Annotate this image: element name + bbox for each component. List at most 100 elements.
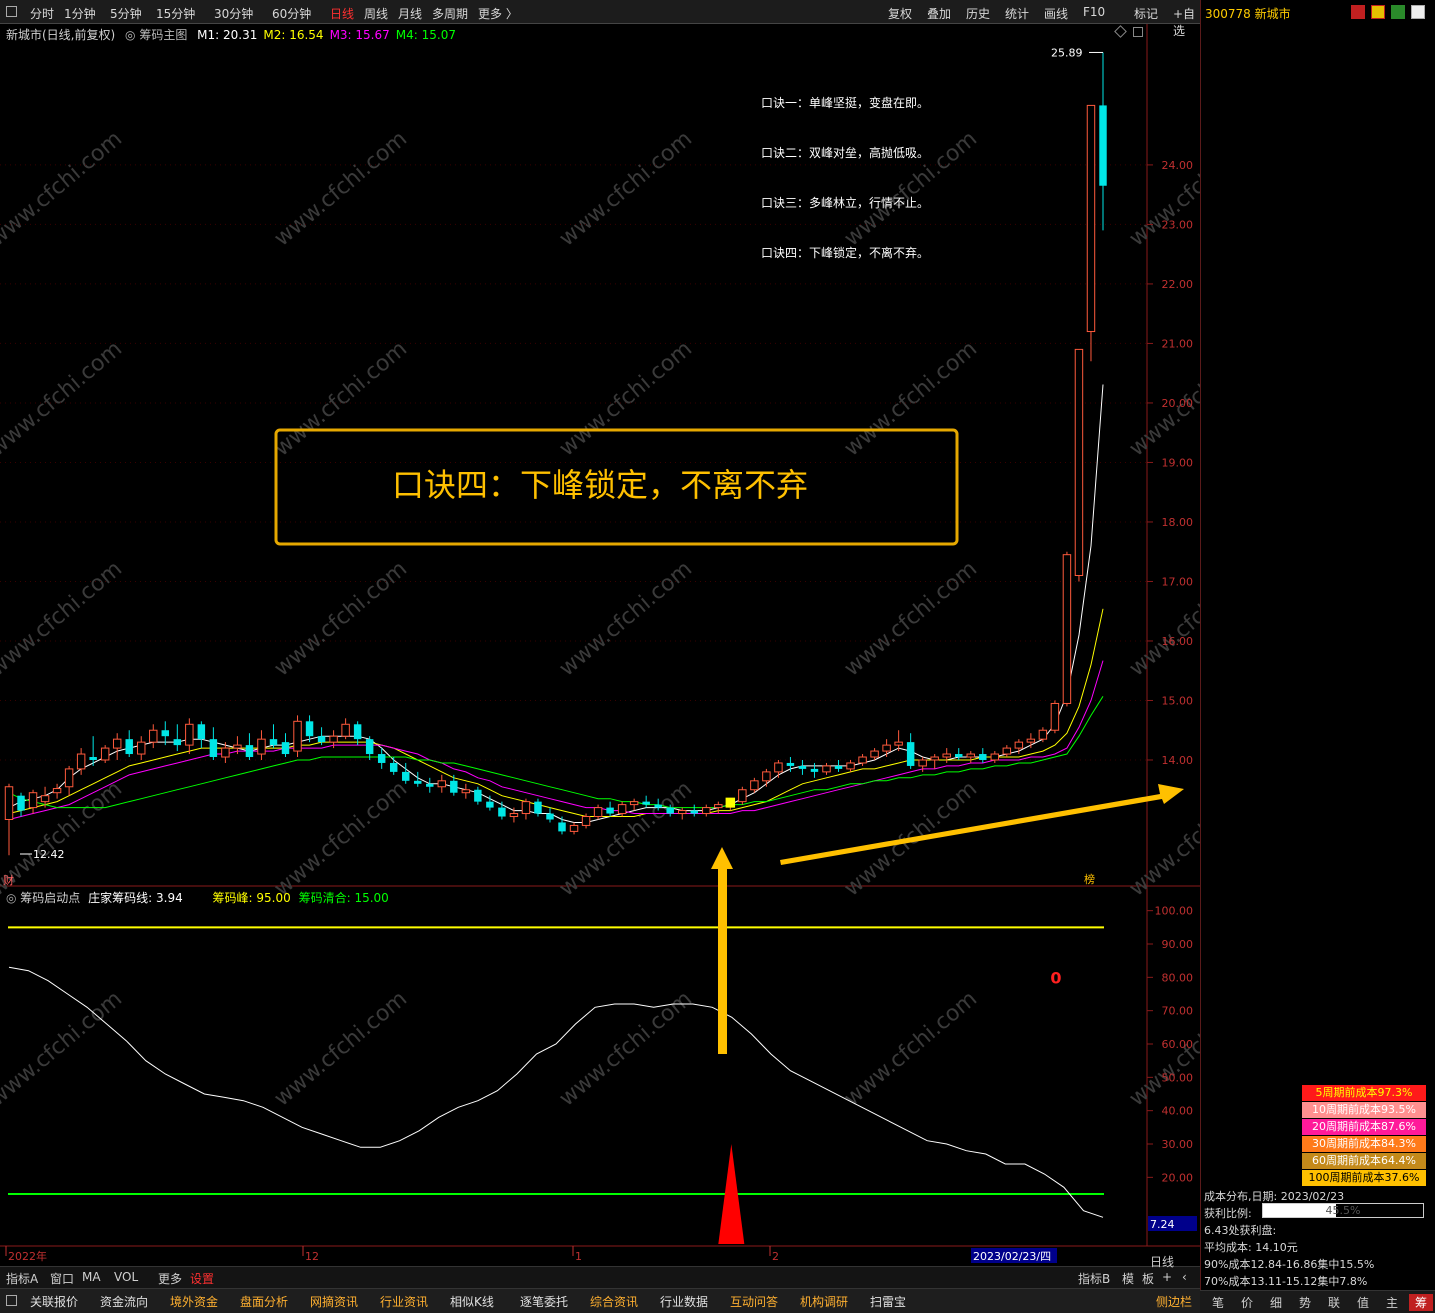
tool-button-0[interactable]: 复权	[888, 5, 912, 22]
candle-body-21	[257, 738, 266, 755]
indicator-selector[interactable]: ◎ 筹码主图	[125, 28, 187, 42]
period-tab-2[interactable]: 5分钟	[110, 5, 142, 22]
arrow-icon[interactable]	[1391, 5, 1405, 19]
watermark-21: www.cfchi.com	[270, 986, 412, 1111]
watermark-4: www.cfchi.com	[1125, 126, 1200, 251]
indicator-right-4[interactable]: ‹	[1182, 1270, 1187, 1284]
indicator-tab-1[interactable]: 窗口	[50, 1270, 74, 1287]
right-tab-7[interactable]: 筹	[1409, 1294, 1433, 1311]
tool-button-4[interactable]: 画线	[1044, 5, 1068, 22]
sidebar-toggle[interactable]: 侧边栏	[1156, 1293, 1192, 1310]
right-tab-1[interactable]: 价	[1235, 1294, 1259, 1311]
period-tab-8[interactable]: 月线	[398, 5, 422, 22]
play-icon[interactable]	[1371, 5, 1385, 19]
indicator-tab-3[interactable]: VOL	[114, 1270, 138, 1284]
info-tab-10[interactable]: 互动问答	[730, 1293, 778, 1310]
indicator-right-0[interactable]: 指标B	[1078, 1270, 1110, 1287]
indicator-right-2[interactable]: 板	[1142, 1270, 1154, 1287]
info-tab-3[interactable]: 盘面分析	[240, 1293, 288, 1310]
indicator-tab-0[interactable]: 指标A	[6, 1270, 38, 1287]
period-tab-4[interactable]: 30分钟	[214, 5, 253, 22]
info-tab-5[interactable]: 行业资讯	[380, 1293, 428, 1310]
date-label-4: 2023/02/23/四	[973, 1250, 1051, 1263]
candle-body-15	[185, 723, 194, 746]
watermark-7: www.cfchi.com	[555, 336, 697, 461]
period-tab-3[interactable]: 15分钟	[156, 5, 195, 22]
candle-body-39	[474, 789, 482, 802]
bang-label: 榜	[1084, 872, 1095, 886]
info-tab-2[interactable]: 境外资金	[170, 1293, 218, 1310]
watermark-12: www.cfchi.com	[555, 556, 697, 681]
period-tab-6[interactable]: 日线	[330, 5, 354, 22]
candle-body-2	[28, 792, 38, 809]
watermark-8: www.cfchi.com	[840, 336, 982, 461]
candle-body-49	[593, 807, 603, 818]
sub-indicator-name: 筹码启动点	[20, 891, 81, 905]
watermark-layer: www.cfchi.com www.cfchi.com www.cfchi.com w…	[0, 126, 1200, 1111]
info-tab-11[interactable]: 机构调研	[800, 1293, 848, 1310]
price-tick-label-0: 14.00	[1162, 754, 1194, 767]
chip-title: 成本分布,日期:	[1204, 1190, 1278, 1203]
price-axis: 14.00 15.00 16.00 17.00 18.00 19.00 20.00 21.00…	[1147, 159, 1193, 767]
tool-button-2[interactable]: 历史	[966, 5, 990, 22]
watermark-22: www.cfchi.com	[555, 986, 697, 1111]
menu-icon[interactable]	[6, 6, 17, 17]
info-tab-12[interactable]: 扫雷宝	[870, 1293, 906, 1310]
bottom-menu-icon[interactable]	[6, 1295, 17, 1306]
sub-menu-icon[interactable]: ◎	[6, 891, 20, 905]
info-tab-7[interactable]: 逐笔委托	[520, 1293, 568, 1310]
period-tab-9[interactable]: 多周期	[432, 5, 468, 22]
candle-body-40	[486, 801, 494, 808]
right-tab-5[interactable]: 值	[1351, 1294, 1375, 1311]
watermark-0: www.cfchi.com	[0, 126, 127, 251]
right-tab-3[interactable]: 势	[1293, 1294, 1317, 1311]
indicator-right-3[interactable]: +	[1162, 1270, 1172, 1284]
period-tab-7[interactable]: 周线	[364, 5, 388, 22]
period-tab-5[interactable]: 60分钟	[272, 5, 311, 22]
period-tab-1[interactable]: 1分钟	[64, 5, 96, 22]
candle-body-83	[1002, 747, 1012, 755]
period-tab-10[interactable]: 更多 〉	[478, 5, 518, 22]
tool-button-6[interactable]: 标记	[1134, 5, 1158, 22]
price-tick-label-2: 16.00	[1162, 635, 1194, 648]
info-tab-0[interactable]: 关联报价	[30, 1293, 78, 1310]
info-tab-9[interactable]: 行业数据	[660, 1293, 708, 1310]
candle-body-5	[64, 768, 74, 788]
info-tab-1[interactable]: 资金流向	[100, 1293, 148, 1310]
close-icon[interactable]	[1411, 5, 1425, 19]
tool-button-3[interactable]: 统计	[1005, 5, 1029, 22]
period-tab-0[interactable]: 分时	[30, 5, 54, 22]
candle-body-80	[966, 753, 975, 758]
tool-button-1[interactable]: 叠加	[927, 5, 951, 22]
right-tab-2[interactable]: 细	[1264, 1294, 1288, 1311]
low-label: 12.42	[33, 848, 65, 861]
info-tab-8[interactable]: 综合资讯	[590, 1293, 638, 1310]
right-tab-4[interactable]: 联	[1322, 1294, 1346, 1311]
watermark-17: www.cfchi.com	[555, 776, 697, 901]
candle-body-86	[1038, 729, 1048, 740]
ma-line-M3	[8, 660, 1104, 820]
flag-icon[interactable]	[1351, 5, 1365, 19]
info-tab-6[interactable]: 相似K线	[450, 1293, 494, 1310]
square-icon[interactable]	[1133, 27, 1143, 37]
sub-tick-label-6: 80.00	[1162, 971, 1194, 984]
right-tab-6[interactable]: 主	[1380, 1294, 1404, 1311]
indicator-right-1[interactable]: 模	[1122, 1270, 1134, 1287]
candle-body-34	[414, 780, 422, 784]
profit-ratio-bar: 45.5%	[1262, 1203, 1424, 1218]
chart-header: 新城市(日线,前复权) ◎ 筹码主图 M1: 20.31 M2: 16.54 M3:…	[6, 26, 456, 43]
tool-button-5[interactable]: F10	[1083, 5, 1105, 19]
candle-body-61	[738, 789, 747, 803]
indicator-tab-2[interactable]: MA	[82, 1270, 101, 1284]
candle-body-25	[305, 721, 314, 737]
candle-body-0	[4, 786, 14, 820]
candle-body-90	[1086, 104, 1096, 333]
chart-area[interactable]: www.cfchi.com www.cfchi.com www.cfchi.com w…	[0, 24, 1200, 1266]
indicator-tab-4[interactable]: 更多	[158, 1270, 182, 1287]
indicator-tab-5[interactable]: 设置	[190, 1270, 214, 1287]
candle-body-79	[955, 754, 963, 758]
date-label-3: 2	[772, 1250, 779, 1263]
candle-body-84	[1014, 741, 1024, 749]
info-tab-4[interactable]: 网摘资讯	[310, 1293, 358, 1310]
right-tab-0[interactable]: 笔	[1206, 1294, 1230, 1311]
